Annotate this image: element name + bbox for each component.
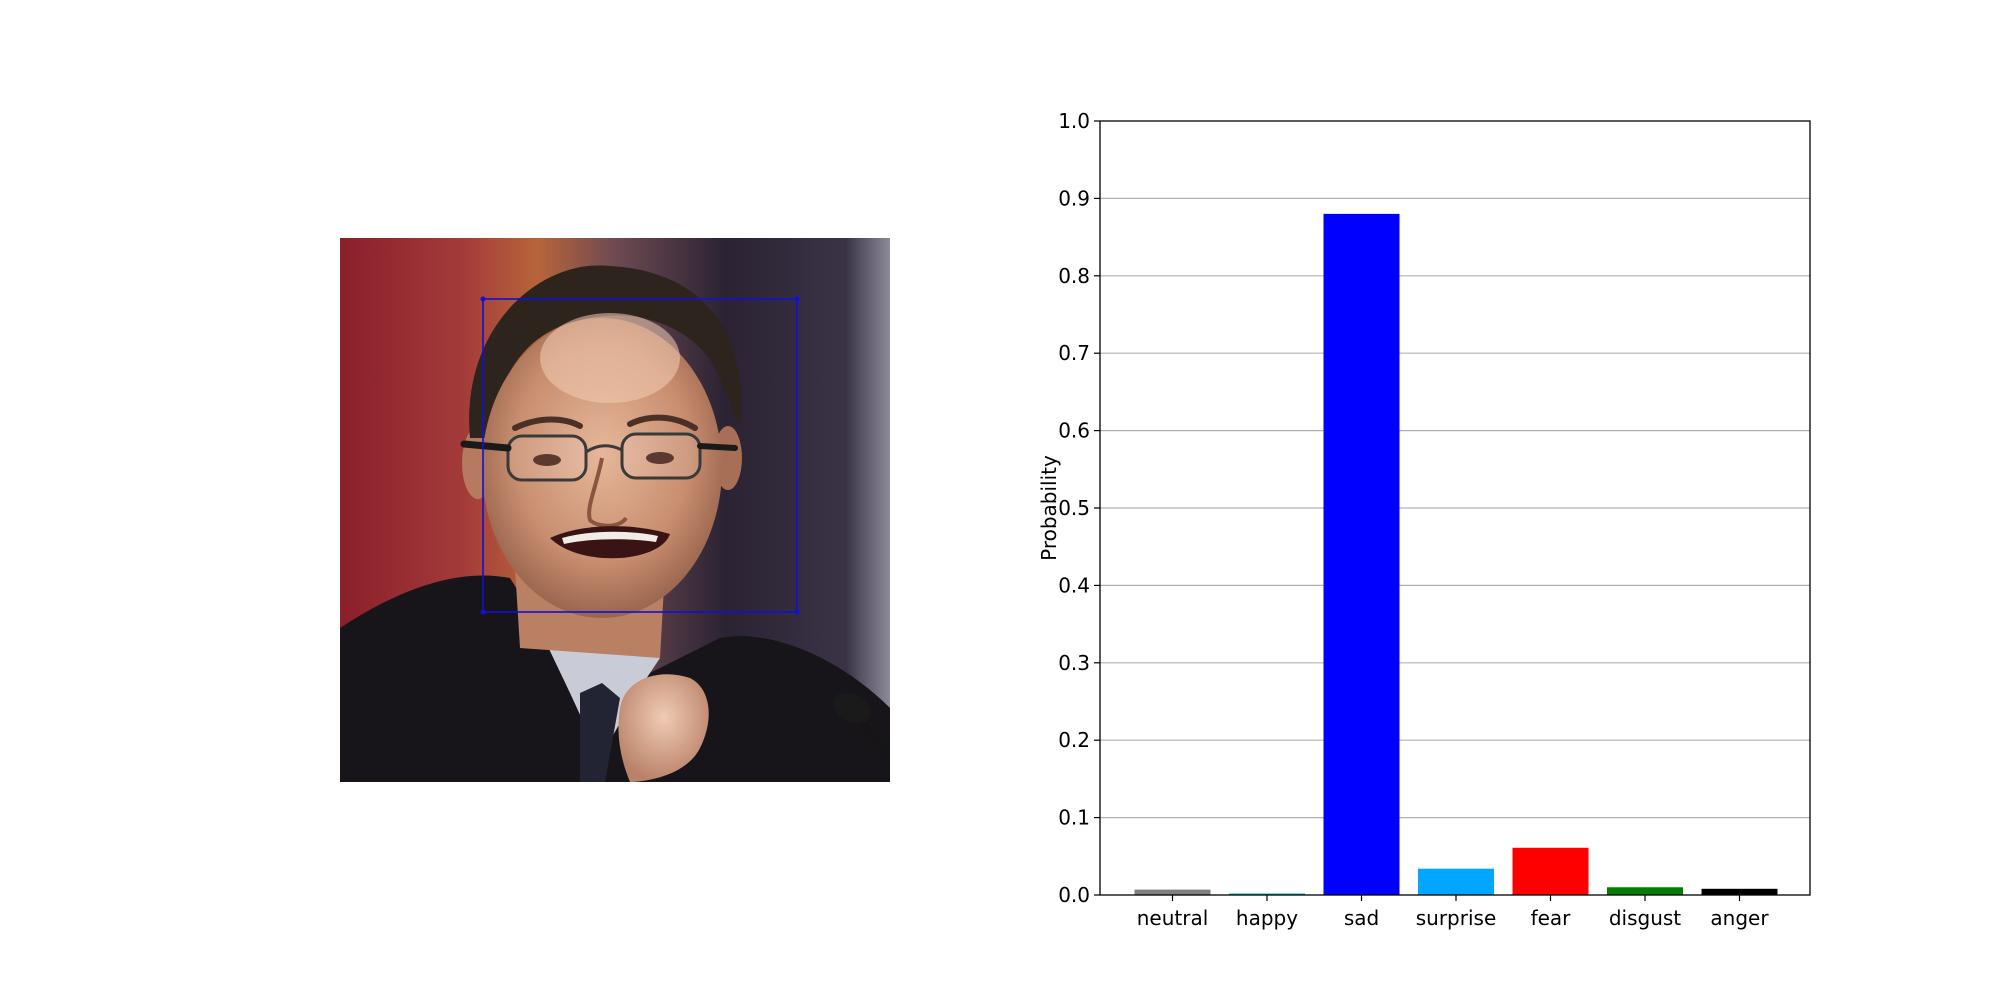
y-tick-label: 0.8 (1058, 264, 1090, 288)
y-tick-label: 0.2 (1058, 728, 1090, 752)
chart-canvas: 0.0 0.1 0.2 0.3 0.4 0.5 0.6 0.7 0.8 0.9 1.0 neutra… (1037, 109, 1811, 930)
bar-neutral (1134, 889, 1211, 895)
y-axis-ticks: 0.0 0.1 0.2 0.3 0.4 0.5 0.6 0.7 0.8 0.9 1.0 (1058, 109, 1100, 907)
bars (1134, 213, 1778, 895)
x-tick-label-disgust: disgust (1609, 906, 1681, 930)
bar-anger (1701, 888, 1778, 895)
x-tick-label-happy: happy (1236, 906, 1298, 930)
y-tick-label: 0.3 (1058, 651, 1090, 675)
y-tick-label: 0.5 (1058, 496, 1090, 520)
y-tick-label: 0.6 (1058, 419, 1090, 443)
y-tick-label: 0.1 (1058, 806, 1090, 830)
x-tick-label-neutral: neutral (1137, 906, 1209, 930)
emotion-probability-chart: 0.0 0.1 0.2 0.3 0.4 0.5 0.6 0.7 0.8 0.9 1.0 neutra… (0, 0, 2000, 1000)
y-axis-label: Probability (1037, 455, 1061, 561)
x-tick-label-surprise: surprise (1416, 906, 1497, 930)
y-tick-label: 0.0 (1058, 883, 1090, 907)
bar-fear (1512, 847, 1589, 895)
y-tick-label: 0.7 (1058, 341, 1090, 365)
x-tick-label-anger: anger (1710, 906, 1769, 930)
y-tick-label: 1.0 (1058, 109, 1090, 133)
x-axis-ticks: neutral happy sad surprise fear disgust anger (1137, 895, 1769, 930)
bar-sad (1323, 213, 1400, 895)
y-tick-label: 0.4 (1058, 573, 1090, 597)
bar-disgust (1607, 887, 1683, 895)
x-tick-label-sad: sad (1344, 906, 1379, 930)
bar-surprise (1418, 868, 1494, 895)
x-tick-label-fear: fear (1531, 906, 1572, 930)
y-tick-label: 0.9 (1058, 186, 1090, 210)
gridlines (1100, 197, 1810, 819)
